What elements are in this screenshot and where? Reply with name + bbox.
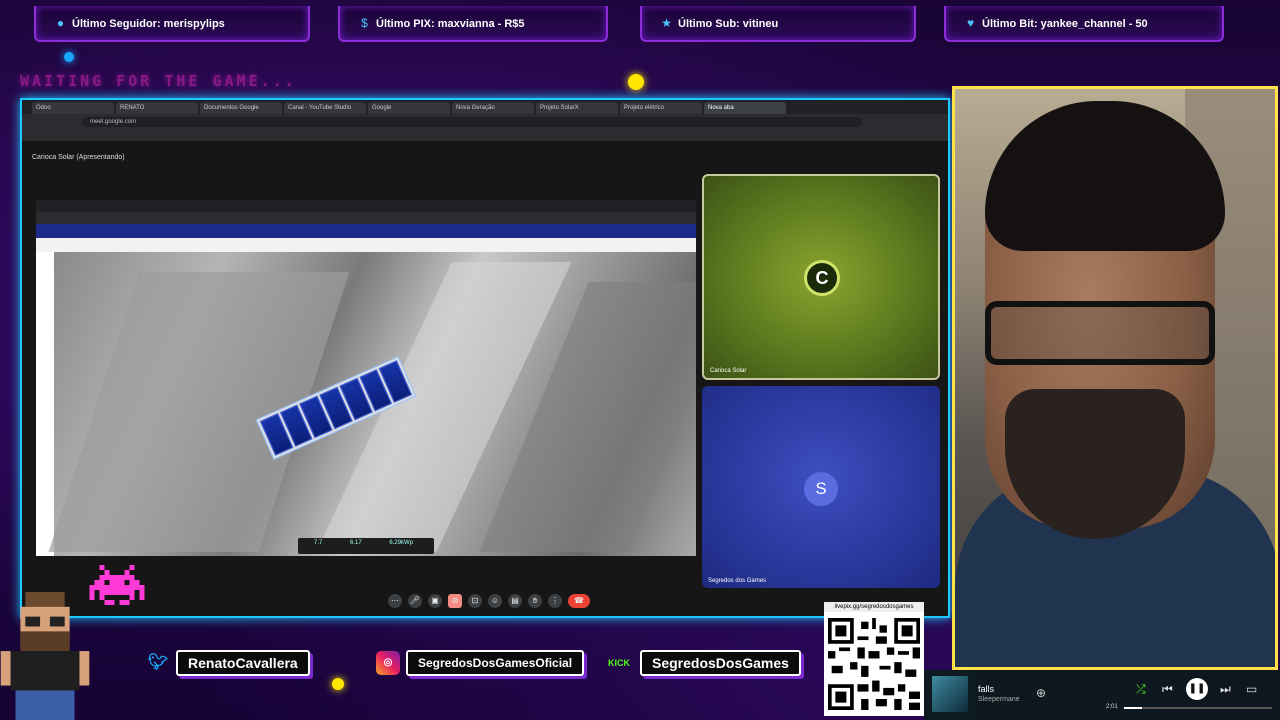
alerts-bar: ● Último Seguidor: merispylips $ Último … xyxy=(0,0,1280,50)
mic-icon[interactable]: 🎤︎ xyxy=(408,594,422,608)
inner-browser-tabs xyxy=(36,200,696,212)
emoji-icon[interactable]: ☺ xyxy=(488,594,502,608)
last-pix-label: Último PIX: maxvianna - R$5 xyxy=(376,18,525,30)
participant-avatar: S xyxy=(804,472,838,506)
solar-app-left-toolbar xyxy=(36,252,54,556)
album-art xyxy=(932,676,968,712)
browser-tab-active[interactable]: Nova aba xyxy=(704,102,786,114)
star-icon: ★ xyxy=(661,16,672,30)
track-artist: Sleepermane xyxy=(978,696,1020,703)
instagram-label: SegredosDosGamesOficial xyxy=(406,650,585,676)
captions-icon[interactable]: ▤ xyxy=(508,594,522,608)
camera-icon[interactable]: ▣ xyxy=(428,594,442,608)
participant-tile-segredos[interactable]: S Segredos dos Games xyxy=(702,386,940,588)
browser-tab[interactable]: Nova Geração xyxy=(452,102,534,114)
shared-screen: 7.7 6.17 6.29kWp xyxy=(36,200,696,556)
inner-address-bar xyxy=(36,212,696,224)
browser-tab[interactable]: Google xyxy=(368,102,450,114)
streamer-glasses xyxy=(985,301,1215,365)
prev-icon[interactable]: ⏮︎ xyxy=(1162,682,1173,697)
raise-hand-icon[interactable]: ✋︎ xyxy=(528,594,542,608)
camera-off-icon[interactable]: ⊘ xyxy=(448,594,462,608)
browser-tab[interactable]: Canal - YouTube Studio xyxy=(284,102,366,114)
pixel-avatar-icon xyxy=(0,592,90,720)
last-pix-panel: $ Último PIX: maxvianna - R$5 xyxy=(338,6,608,42)
browser-toolbar: meet.google.com xyxy=(22,114,948,130)
browser-tab[interactable]: Documentos Google xyxy=(200,102,282,114)
yellow-light-dot xyxy=(332,678,344,690)
last-sub-label: Último Sub: vitineu xyxy=(678,18,779,30)
meet-presenting-title: Carioca Solar (Apresentando) xyxy=(32,154,125,161)
qr-code-icon xyxy=(828,618,920,710)
space-invader-icon xyxy=(89,565,145,605)
solar-app-header xyxy=(36,224,696,238)
waiting-for-game-text: WAITING FOR THE GAME... xyxy=(20,72,297,90)
kick-handle: KICK SegredosDosGames xyxy=(604,646,801,680)
last-bit-label: Último Bit: yankee_channel - 50 xyxy=(982,18,1148,30)
user-icon: ● xyxy=(56,16,65,30)
stat-b: 6.17 xyxy=(350,540,362,546)
livepix-qr[interactable]: livepix.gg/segredosdosgames xyxy=(824,602,924,716)
browser-tab[interactable]: Projeto SolarX xyxy=(536,102,618,114)
bookmarks-bar xyxy=(22,130,948,142)
instagram-icon: ◎ xyxy=(376,651,400,675)
meet-window: Carioca Solar (Apresentando) 7.7 6.17 6.… xyxy=(22,142,948,616)
cast-icon[interactable]: ▭ xyxy=(1246,682,1257,696)
pause-icon[interactable]: ❚❚ xyxy=(1186,678,1208,700)
participant-tile-carioca-solar[interactable]: C Carioca Solar xyxy=(702,174,940,380)
more-vert-icon[interactable]: ⋮ xyxy=(548,594,562,608)
end-call-button[interactable]: ☎︎ xyxy=(568,594,590,608)
present-icon[interactable]: ⊡ xyxy=(468,594,482,608)
participant-name: Carioca Solar xyxy=(710,368,747,374)
shuffle-icon[interactable]: ⤮ xyxy=(1136,682,1146,697)
last-sub-panel: ★ Último Sub: vitineu xyxy=(640,6,916,42)
instagram-handle: ◎ SegredosDosGamesOficial xyxy=(376,646,585,680)
browser-tab-strip: Odoo RENATO Documentos Google Canal - Yo… xyxy=(22,100,948,114)
more-options-icon[interactable]: ⋯ xyxy=(388,594,402,608)
last-follower-label: Último Seguidor: merispylips xyxy=(72,18,225,30)
last-follower-panel: ● Último Seguidor: merispylips xyxy=(34,6,310,42)
next-icon[interactable]: ⏭︎ xyxy=(1220,682,1231,697)
kick-icon: KICK xyxy=(608,658,630,668)
blue-light-dot xyxy=(64,52,74,62)
kick-label: SegredosDosGames xyxy=(640,650,801,676)
twitter-icon: 🐦︎ xyxy=(147,654,169,671)
meet-controls: ⋯ 🎤︎ ▣ ⊘ ⊡ ☺ ▤ ✋︎ ⋮ ☎︎ xyxy=(388,594,590,608)
address-bar[interactable]: meet.google.com xyxy=(82,117,862,127)
dollar-icon: $ xyxy=(361,16,368,30)
heart-icon: ♥ xyxy=(966,16,975,30)
browser-tab[interactable]: Odoo xyxy=(32,102,114,114)
solar-app-toolbar xyxy=(36,238,696,252)
browser-tab[interactable]: Projeto elétrico xyxy=(620,102,702,114)
track-progress-fill xyxy=(1124,707,1142,709)
qr-url: livepix.gg/segredosdosgames xyxy=(824,602,924,612)
now-playing-widget: falls Sleepermane ⊕ ⤮ ⏮︎ ❚❚ ⏭︎ ▭ 2:01 xyxy=(924,670,1280,720)
webcam-feed xyxy=(952,86,1278,670)
browser-tab[interactable]: RENATO xyxy=(116,102,198,114)
track-time: 2:01 xyxy=(1106,704,1118,710)
participant-name: Segredos dos Games xyxy=(708,578,767,584)
track-progress[interactable] xyxy=(1124,707,1272,709)
track-title: falls xyxy=(978,684,995,694)
screen-capture: Odoo RENATO Documentos Google Canal - Yo… xyxy=(20,98,950,618)
stat-a: 7.7 xyxy=(314,540,323,546)
twitter-label: RenatoCavallera xyxy=(176,650,310,676)
system-stats-bar: 7.7 6.17 6.29kWp xyxy=(298,538,434,554)
last-bit-panel: ♥ Último Bit: yankee_channel - 50 xyxy=(944,6,1224,42)
add-icon[interactable]: ⊕ xyxy=(1036,686,1046,700)
twitter-handle: 🐦︎ RenatoCavallera xyxy=(146,646,310,680)
stat-c: 6.29kWp xyxy=(389,540,414,546)
carioca-solar-logo: C xyxy=(804,260,840,296)
yellow-light-dot xyxy=(628,74,644,90)
